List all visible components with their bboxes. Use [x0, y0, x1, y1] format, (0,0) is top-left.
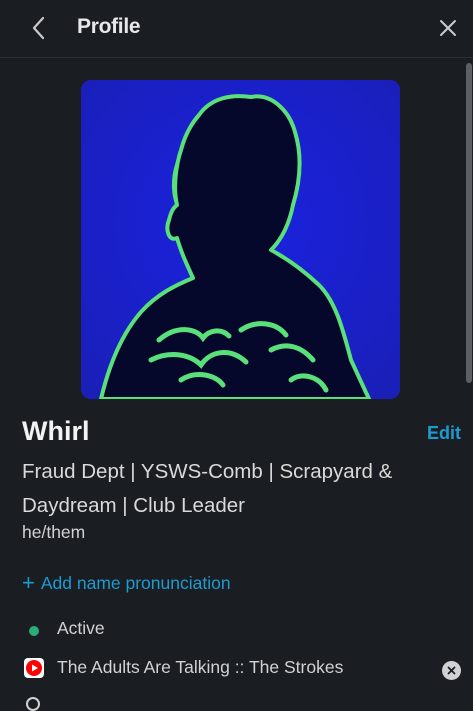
back-button[interactable] [26, 14, 54, 42]
display-name: Whirl [22, 416, 90, 446]
close-icon [447, 666, 456, 675]
add-name-pronunciation-label: Add name pronunciation [40, 573, 231, 593]
close-icon [440, 20, 456, 36]
scrollbar-thumb[interactable] [466, 63, 472, 383]
close-button[interactable] [434, 14, 462, 42]
plus-icon: + [22, 570, 35, 595]
clock-icon [26, 697, 40, 711]
profile-title: Fraud Dept | YSWS-Comb | Scrapyard & Day… [22, 460, 393, 517]
presence-label: Active [57, 618, 105, 638]
pronouns: he/them [22, 522, 86, 542]
presence-dot-icon [29, 626, 39, 636]
chevron-left-icon [32, 16, 45, 40]
edit-profile-button[interactable]: Edit [427, 423, 461, 444]
profile-photo[interactable] [81, 80, 400, 399]
clear-status-button[interactable] [442, 661, 461, 680]
page-title: Profile [77, 15, 141, 38]
add-name-pronunciation-button[interactable]: + Add name pronunciation [22, 570, 231, 596]
custom-status-text: The Adults Are Talking :: The Strokes [57, 657, 344, 677]
youtube-icon [24, 658, 44, 678]
avatar-illustration [81, 80, 400, 399]
panel-header: Profile [0, 0, 473, 58]
